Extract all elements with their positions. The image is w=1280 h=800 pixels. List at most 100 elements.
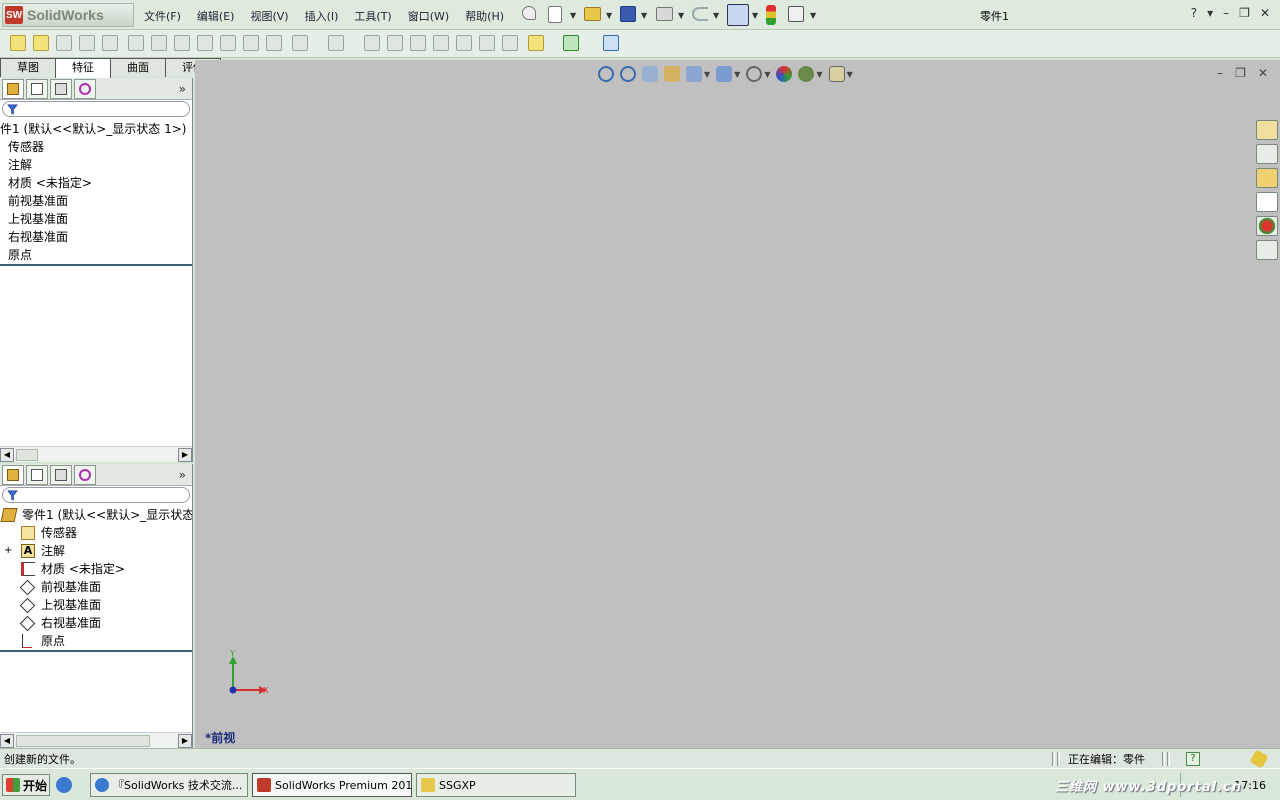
boundary-boss-icon[interactable] — [102, 35, 118, 51]
quick-tips-icon[interactable]: ? — [1186, 752, 1200, 766]
rebuild-icon[interactable] — [766, 5, 776, 25]
options-icon[interactable] — [788, 6, 804, 22]
tree-root[interactable]: 零件1 (默认<<默认>_显示状态 — [0, 506, 192, 524]
dome-icon[interactable] — [456, 35, 472, 51]
scroll-thumb[interactable] — [16, 734, 150, 747]
lofted-cut-icon[interactable] — [220, 35, 236, 51]
propertymanager-tab-icon[interactable] — [26, 464, 48, 485]
expand-icon[interactable]: + — [4, 542, 12, 560]
view-settings-icon[interactable] — [828, 66, 845, 82]
curves-icon[interactable] — [563, 35, 579, 51]
help-icon[interactable]: ? — [1191, 6, 1197, 20]
hide-show-dropdown-icon[interactable]: ▼ — [764, 70, 770, 79]
dimxpert-tab-icon[interactable] — [74, 464, 96, 485]
taskbar-task-solidworks[interactable]: SolidWorks Premium 201... — [252, 773, 412, 797]
menu-insert[interactable]: 插入(I) — [297, 6, 347, 26]
menu-view[interactable]: 视图(V) — [242, 6, 296, 26]
linear-pattern-icon[interactable] — [328, 35, 344, 51]
design-library-icon[interactable] — [1256, 144, 1278, 164]
taskbar-task-folder[interactable]: SSGXP — [416, 773, 576, 797]
taskbar-task-browser[interactable]: 『SolidWorks 技术交流... — [90, 773, 248, 797]
save-icon[interactable] — [620, 6, 636, 22]
hide-show-items-icon[interactable] — [746, 66, 763, 82]
fillet-icon[interactable] — [266, 35, 282, 51]
tree-filter-input[interactable] — [2, 487, 190, 503]
file-explorer-icon[interactable] — [1256, 168, 1278, 188]
menu-file[interactable]: 文件(F) — [136, 6, 189, 26]
edit-appearance-icon[interactable] — [776, 66, 793, 82]
pin-icon[interactable] — [522, 6, 536, 20]
scroll-right-icon[interactable]: ▶ — [178, 447, 192, 462]
revolved-boss-icon[interactable] — [33, 35, 49, 51]
display-style-icon[interactable] — [716, 66, 733, 82]
split-icon[interactable] — [502, 35, 518, 51]
display-style-dropdown-icon[interactable]: ▼ — [734, 70, 740, 79]
configurationmanager-tab-icon[interactable] — [50, 78, 72, 99]
instant3d-icon[interactable] — [603, 35, 619, 51]
new-dropdown-icon[interactable]: ▼ — [570, 11, 576, 20]
scroll-thumb[interactable] — [16, 448, 38, 461]
appearances-icon[interactable] — [1256, 216, 1278, 236]
reference-geometry-icon[interactable] — [528, 35, 544, 51]
rollback-bar[interactable] — [0, 264, 192, 266]
menu-tools[interactable]: 工具(T) — [346, 6, 399, 26]
menu-window[interactable]: 窗口(W) — [400, 6, 457, 26]
horizontal-scrollbar-bottom[interactable]: ◀ ▶ — [0, 732, 192, 748]
lofted-boss-icon[interactable] — [79, 35, 95, 51]
tab-sketch[interactable]: 草图 — [0, 58, 56, 77]
quick-launch-browser-icon[interactable] — [56, 777, 72, 793]
help-dropdown-icon[interactable]: ▾ — [1207, 6, 1213, 20]
print-dropdown-icon[interactable]: ▼ — [678, 11, 684, 20]
scroll-right-icon[interactable]: ▶ — [178, 733, 192, 748]
options-dropdown-icon[interactable]: ▼ — [810, 11, 816, 20]
rib-icon[interactable] — [364, 35, 380, 51]
panel-expand-icon[interactable]: » — [179, 468, 186, 482]
menu-edit[interactable]: 编辑(E) — [189, 6, 243, 26]
propertymanager-tab-icon[interactable] — [26, 78, 48, 99]
hole-wizard-icon[interactable] — [151, 35, 167, 51]
restore-icon[interactable]: ❐ — [1239, 6, 1250, 20]
tree-item-sensors[interactable]: 传感器 — [0, 138, 192, 156]
zoom-to-fit-icon[interactable] — [598, 66, 614, 82]
tree-item-material[interactable]: 材质 <未指定> — [0, 174, 192, 192]
tree-filter-input[interactable] — [2, 101, 190, 117]
select-icon[interactable] — [727, 4, 749, 26]
doc-close-icon[interactable]: ✕ — [1258, 66, 1268, 80]
tree-item-front-plane[interactable]: 前视基准面 — [0, 192, 192, 210]
tree-item-top-plane[interactable]: 上视基准面 — [0, 596, 192, 614]
apply-scene-dropdown-icon[interactable]: ▼ — [816, 70, 822, 79]
view-orientation-dropdown-icon[interactable]: ▼ — [704, 70, 710, 79]
dimxpert-tab-icon[interactable] — [74, 78, 96, 99]
tree-root[interactable]: 件1 (默认<<默认>_显示状态 1>) — [0, 120, 192, 138]
scroll-left-icon[interactable]: ◀ — [0, 447, 14, 462]
rollback-bar[interactable] — [0, 650, 192, 652]
undo-dropdown-icon[interactable]: ▼ — [713, 11, 719, 20]
revolved-cut-icon[interactable] — [174, 35, 190, 51]
horizontal-scrollbar-top[interactable]: ◀ ▶ — [0, 446, 192, 462]
tree-item-material[interactable]: 材质 <未指定> — [0, 560, 192, 578]
section-view-icon[interactable] — [664, 66, 680, 82]
save-dropdown-icon[interactable]: ▼ — [641, 11, 647, 20]
tree-item-origin[interactable]: 原点 — [0, 246, 192, 264]
tree-item-right-plane[interactable]: 右视基准面 — [0, 228, 192, 246]
doc-restore-icon[interactable]: ❐ — [1235, 66, 1246, 80]
undo-icon[interactable] — [692, 7, 708, 21]
apply-scene-icon[interactable] — [798, 66, 815, 82]
panel-expand-icon[interactable]: » — [179, 82, 186, 96]
select-dropdown-icon[interactable]: ▼ — [752, 11, 758, 20]
boundary-cut-icon[interactable] — [243, 35, 259, 51]
view-orientation-icon[interactable] — [686, 66, 702, 82]
configurationmanager-tab-icon[interactable] — [50, 464, 72, 485]
wrap-icon[interactable] — [433, 35, 449, 51]
custom-properties-icon[interactable] — [1256, 240, 1278, 260]
previous-view-icon[interactable] — [642, 66, 658, 82]
tab-features[interactable]: 特征 — [55, 58, 111, 78]
start-button[interactable]: 开始 — [2, 774, 50, 796]
swept-cut-icon[interactable] — [197, 35, 213, 51]
tab-surfaces[interactable]: 曲面 — [110, 58, 166, 77]
tree-item-annotations[interactable]: 注解 — [0, 156, 192, 174]
print-icon[interactable] — [656, 7, 673, 21]
draft-icon[interactable] — [387, 35, 403, 51]
view-palette-icon[interactable] — [1256, 192, 1278, 212]
extruded-boss-icon[interactable] — [10, 35, 26, 51]
